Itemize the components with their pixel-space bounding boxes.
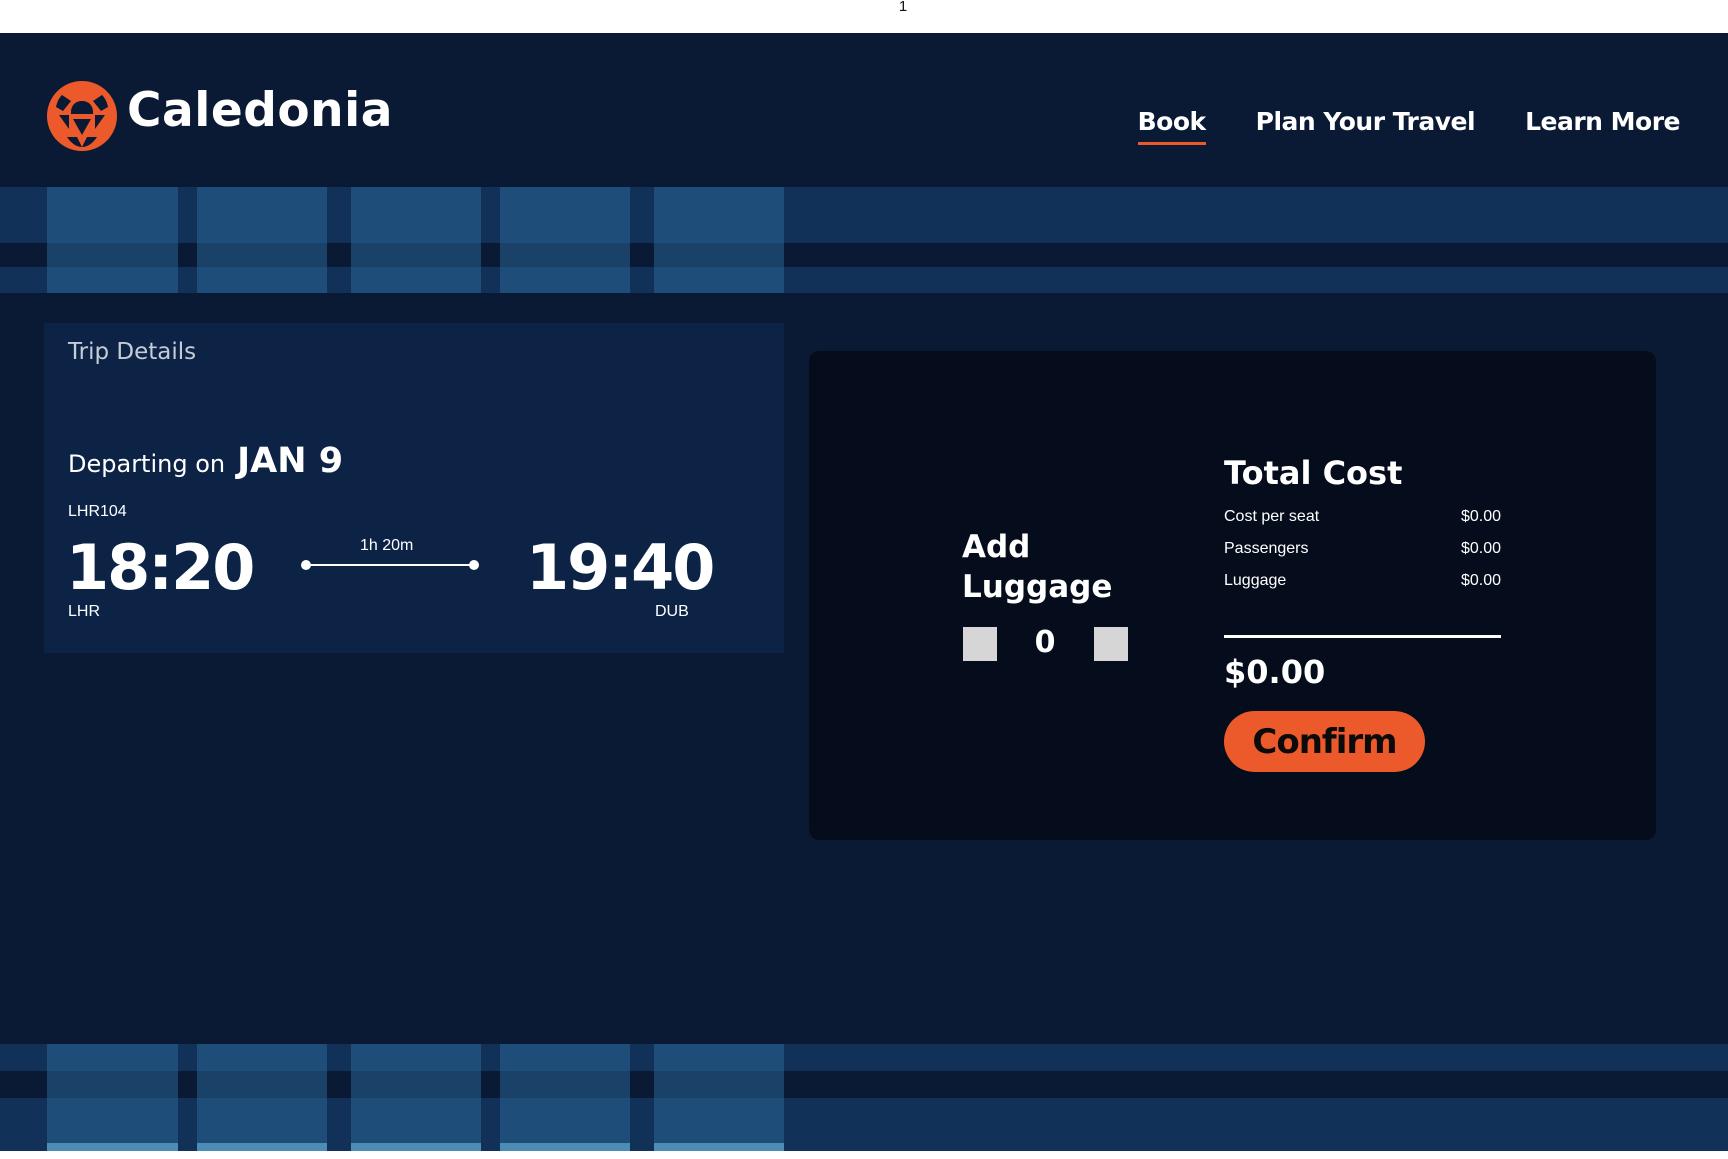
cost-row-value: $0.00 <box>1460 572 1501 589</box>
cost-divider <box>1224 635 1501 638</box>
app-window: Caledonia Book Plan Your Travel Learn Mo… <box>0 33 1728 1151</box>
band-block <box>654 187 784 293</box>
band-block <box>47 187 178 293</box>
band-block <box>351 1044 481 1151</box>
departure-time: 18:20 <box>66 531 255 604</box>
band-block <box>197 187 327 293</box>
cost-row-label: Passengers <box>1224 540 1309 557</box>
band-edge <box>197 1143 327 1151</box>
departure-date: JAN 9 <box>237 441 344 481</box>
origin-airport-code: LHR <box>68 603 101 620</box>
plaid-band-top <box>0 187 1728 293</box>
band-edge <box>47 1143 178 1151</box>
flight-number: LHR104 <box>68 503 127 520</box>
route-line-icon <box>301 560 479 570</box>
luggage-increment-button[interactable] <box>1094 627 1128 661</box>
booking-summary-panel: Add Luggage 0 Total Cost Cost per seat $… <box>809 351 1656 840</box>
band-edge <box>351 1143 481 1151</box>
cost-row: Cost per seat $0.00 <box>1224 506 1501 538</box>
trip-details-card: Trip Details Departing on JAN 9 LHR104 1… <box>44 323 784 653</box>
total-cost-value: $0.00 <box>1224 653 1326 691</box>
band-block <box>197 1044 327 1151</box>
brand-name[interactable]: Caledonia <box>127 83 393 138</box>
departure-date-line: Departing on JAN 9 <box>68 441 343 481</box>
cost-row-label: Luggage <box>1224 572 1287 589</box>
luggage-count: 0 <box>1034 625 1056 660</box>
cost-breakdown: Cost per seat $0.00 Passengers $0.00 Lug… <box>1224 506 1501 602</box>
band-edge <box>500 1143 630 1151</box>
band-edge <box>654 1143 784 1151</box>
arrival-time: 19:40 <box>526 531 715 604</box>
main-nav: Book Plan Your Travel Learn More <box>1137 107 1680 145</box>
add-luggage-title: Add Luggage <box>962 529 1113 605</box>
band-block <box>500 187 630 293</box>
trip-details-title: Trip Details <box>68 339 197 365</box>
cost-row: Luggage $0.00 <box>1224 570 1501 602</box>
cost-row-label: Cost per seat <box>1224 508 1320 525</box>
nav-learn-more[interactable]: Learn More <box>1525 107 1680 145</box>
plaid-band-bottom <box>0 1044 1728 1151</box>
cost-row-value: $0.00 <box>1460 540 1501 557</box>
confirm-button[interactable]: Confirm <box>1224 711 1425 772</box>
total-cost-title: Total Cost <box>1224 454 1403 492</box>
band-block <box>47 1044 178 1151</box>
band-block <box>500 1044 630 1151</box>
cost-row-value: $0.00 <box>1460 508 1501 525</box>
site-header: Caledonia Book Plan Your Travel Learn Mo… <box>0 33 1728 187</box>
nav-plan-your-travel[interactable]: Plan Your Travel <box>1256 107 1476 145</box>
destination-airport-code: DUB <box>655 603 689 620</box>
departing-label: Departing on <box>68 450 226 478</box>
luggage-decrement-button[interactable] <box>963 627 997 661</box>
band-block <box>654 1044 784 1151</box>
nav-book[interactable]: Book <box>1137 107 1206 145</box>
flight-duration: 1h 20m <box>360 537 414 554</box>
cost-row: Passengers $0.00 <box>1224 538 1501 570</box>
caledonia-logo-icon[interactable] <box>47 81 117 151</box>
band-block <box>351 187 481 293</box>
page-number: 1 <box>898 0 908 15</box>
